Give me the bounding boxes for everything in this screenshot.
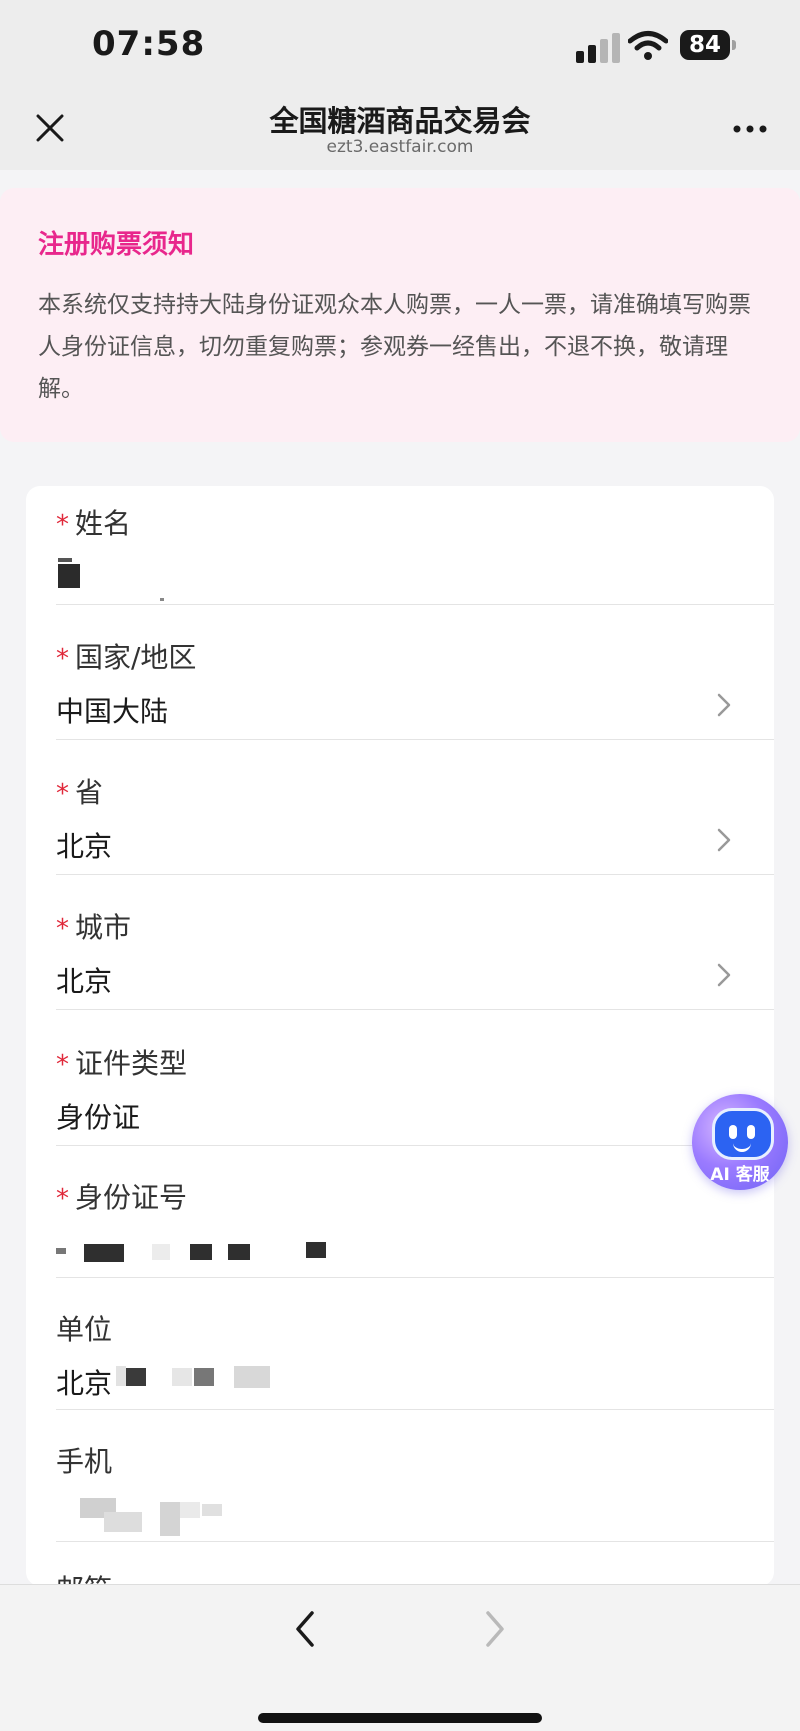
divider (56, 1009, 774, 1010)
redacted-value (56, 1248, 66, 1254)
divider (56, 874, 774, 875)
company-label: 单位 (56, 1313, 113, 1346)
city-label: 城市 (75, 911, 132, 944)
divider (56, 1145, 774, 1146)
id-type-field[interactable]: * 证件类型 身份证 (56, 1042, 744, 1146)
robot-eye (747, 1125, 755, 1139)
chevron-right-icon (717, 693, 731, 717)
back-arrow-icon[interactable] (288, 1607, 324, 1651)
city-field[interactable]: * 城市 北京 (56, 906, 744, 1010)
required-mark: * (56, 1184, 69, 1214)
wifi-icon (628, 31, 668, 60)
redacted-value (194, 1368, 214, 1386)
notice-title: 注册购票须知 (38, 230, 195, 260)
registration-form: * 姓名 * 国家/地区 中国大陆 * 省 北京 * 城市 北京 * 证件类型 身份证 *… (26, 486, 774, 1586)
page-url: ezt3.eastfair.com (326, 137, 474, 157)
redacted-value (58, 564, 80, 588)
redacted-value (160, 598, 164, 601)
robot-eye (729, 1125, 737, 1139)
id-type-label: 证件类型 (75, 1047, 188, 1080)
home-indicator (258, 1713, 542, 1723)
chevron-right-icon (717, 963, 731, 987)
province-value: 北京 (56, 830, 113, 863)
name-label: 姓名 (75, 507, 132, 540)
redacted-value (126, 1368, 146, 1386)
redacted-value (58, 558, 72, 562)
page-title: 全国糖酒商品交易会 (269, 104, 531, 138)
registration-notice: 注册购票须知 本系统仅支持持大陆身份证观众本人购票，一人一票，请准确填写购票人身… (0, 188, 800, 442)
bottom-toolbar (0, 1584, 800, 1731)
redacted-value (234, 1366, 270, 1388)
province-field[interactable]: * 省 北京 (56, 771, 744, 875)
redacted-value (306, 1242, 326, 1258)
redacted-value (152, 1244, 170, 1260)
divider (56, 1277, 774, 1278)
required-mark: * (56, 510, 69, 540)
company-field[interactable]: 单位 北京 (56, 1308, 744, 1412)
ai-service-label: AI 客服 (710, 1165, 770, 1185)
robot-mouth (733, 1141, 751, 1152)
status-bar: 07:58 84 (0, 0, 800, 90)
status-time: 07:58 (92, 24, 206, 64)
divider (56, 739, 774, 740)
redacted-value (202, 1504, 222, 1516)
battery-tip (732, 40, 736, 50)
id-number-label: 身份证号 (75, 1181, 188, 1214)
province-label: 省 (75, 776, 104, 809)
redacted-value (172, 1368, 192, 1386)
ai-service-button[interactable]: AI 客服 (692, 1094, 788, 1190)
city-value: 北京 (56, 965, 113, 998)
redacted-value (104, 1512, 142, 1532)
phone-label: 手机 (56, 1445, 113, 1478)
required-mark: * (56, 914, 69, 944)
forward-arrow-icon[interactable] (476, 1607, 512, 1651)
id-type-value: 身份证 (56, 1101, 141, 1134)
required-mark: * (56, 644, 69, 674)
required-mark: * (56, 779, 69, 809)
signal-icon (576, 33, 620, 63)
redacted-value (84, 1244, 124, 1262)
name-field[interactable]: * 姓名 (56, 502, 744, 620)
notice-body: 本系统仅支持持大陆身份证观众本人购票，一人一票，请准确填写购票人身份证信息，切勿… (38, 292, 751, 402)
country-field[interactable]: * 国家/地区 中国大陆 (56, 636, 744, 740)
robot-icon (712, 1108, 774, 1160)
redacted-value (228, 1244, 250, 1260)
required-mark: * (56, 1050, 69, 1080)
redacted-value (160, 1502, 180, 1536)
company-value: 北京 (56, 1367, 113, 1400)
battery-icon: 84 (680, 30, 738, 62)
divider (56, 1409, 774, 1410)
redacted-value (116, 1366, 126, 1386)
battery-level: 84 (680, 30, 730, 60)
country-label: 国家/地区 (75, 641, 197, 674)
nav-bar: 全国糖酒商品交易会 ezt3.eastfair.com (0, 90, 800, 170)
redacted-value (190, 1244, 212, 1260)
divider (56, 1541, 774, 1542)
chevron-right-icon (717, 828, 731, 852)
country-value: 中国大陆 (56, 695, 169, 728)
more-icon[interactable] (732, 124, 768, 134)
redacted-value (180, 1502, 200, 1518)
divider (56, 604, 774, 605)
